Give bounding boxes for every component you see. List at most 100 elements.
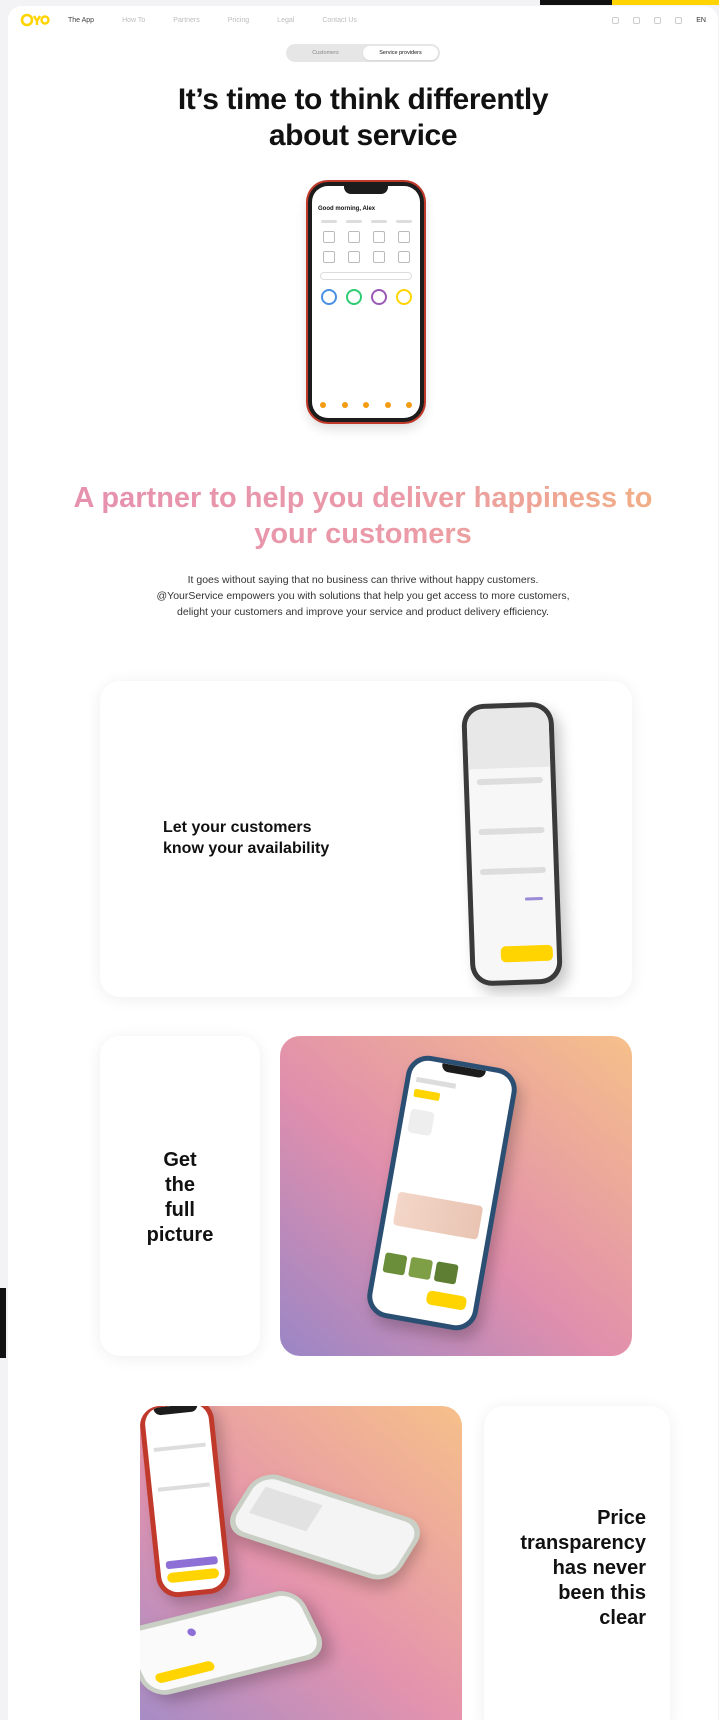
nav-right: EN	[612, 16, 706, 24]
red-phone-line	[153, 1442, 206, 1452]
picture-line3: full	[165, 1199, 195, 1221]
hero-phone-stats	[312, 216, 420, 227]
partner-heading-line2: your customers	[254, 518, 472, 550]
picture-line4: picture	[146, 1224, 214, 1246]
hero-title: It’s time to think differently about ser…	[8, 82, 718, 154]
red-phone-screen	[143, 1406, 227, 1594]
silver-phone-right	[221, 1468, 429, 1586]
hero-phone-icons-2	[312, 247, 420, 267]
price-text: Price transparency has never been this c…	[520, 1506, 646, 1631]
nav-link-contact[interactable]: Contact Us	[322, 17, 357, 24]
language-selector[interactable]: EN	[696, 17, 706, 24]
service-icon	[372, 251, 385, 263]
availability-phone-line	[479, 866, 547, 876]
red-phone-button	[166, 1567, 220, 1584]
availability-card: Let your customers know your availabilit…	[100, 681, 632, 997]
silver-phone-right-block	[249, 1486, 323, 1532]
availability-line2: know your availability	[163, 840, 330, 857]
search-icon[interactable]	[612, 16, 620, 24]
service-icon	[397, 251, 410, 263]
social-icon[interactable]	[633, 16, 641, 24]
stat-placeholder	[395, 220, 412, 223]
stat-placeholder	[320, 220, 337, 223]
intro-line2: @YourService empowers you with solutions…	[156, 590, 570, 602]
availability-line1: Let your customers	[163, 819, 312, 836]
red-phone-line	[157, 1482, 210, 1492]
tab-dot-icon	[406, 402, 412, 408]
tab-dot-icon	[341, 402, 348, 408]
hero-title-line2: about service	[268, 119, 458, 152]
blue-phone-title-line	[415, 1076, 457, 1089]
hero-phone-screen: Good morning, Alex	[312, 186, 420, 418]
service-icon	[347, 231, 360, 243]
picture-line1: Get	[163, 1149, 197, 1171]
availability-phone-line	[476, 776, 543, 786]
nav-link-how-to[interactable]: How To	[122, 17, 145, 24]
page: The App How To Partners Pricing Legal Co…	[8, 6, 718, 1720]
hero-phone-search	[320, 272, 412, 280]
stat-placeholder	[345, 220, 362, 223]
nav-links: The App How To Partners Pricing Legal Co…	[68, 17, 357, 24]
nav-link-partners[interactable]: Partners	[173, 17, 199, 24]
hero-phone-progress	[312, 285, 420, 309]
service-icon	[372, 231, 385, 243]
top-yellow-strip	[612, 0, 719, 5]
blue-phone-gallery-item	[408, 1256, 434, 1281]
silver-phone-right-screen	[228, 1474, 422, 1580]
silver-phone-bottom	[140, 1586, 330, 1700]
nav-link-legal[interactable]: Legal	[277, 17, 294, 24]
top-nav: The App How To Partners Pricing Legal Co…	[8, 6, 718, 34]
partner-heading-line1: A partner to help you deliver happiness …	[73, 482, 653, 514]
red-phone-bar	[165, 1555, 219, 1570]
blue-phone	[363, 1052, 521, 1334]
intro-line1: It goes without saying that no business …	[187, 574, 539, 586]
service-icon	[322, 251, 335, 263]
toggle-service-providers[interactable]: Service providers	[363, 46, 438, 60]
nav-link-the-app[interactable]: The App	[68, 17, 94, 24]
price-line4: been this	[558, 1582, 646, 1604]
availability-phone-toggle	[524, 896, 543, 901]
gradient-showcase-2	[140, 1406, 462, 1720]
service-icon	[322, 231, 335, 243]
left-edge-bar	[0, 1288, 6, 1358]
account-icon[interactable]	[675, 16, 683, 24]
progress-ring-icon	[320, 289, 337, 305]
blue-phone-photo	[392, 1191, 484, 1240]
share-icon[interactable]	[654, 16, 662, 24]
audience-toggle: Customers Service providers	[286, 44, 440, 62]
availability-phone-header	[466, 706, 551, 770]
hero-title-line1: It’s time to think differently	[177, 83, 549, 116]
availability-text: Let your customers know your availabilit…	[163, 817, 329, 859]
progress-ring-icon	[370, 289, 387, 305]
hero-phone-tabbar	[320, 402, 412, 408]
full-picture-card: Get the full picture	[100, 1036, 260, 1356]
toggle-customers[interactable]: Customers	[288, 46, 363, 60]
progress-ring-icon	[395, 289, 412, 305]
availability-phone-line	[478, 826, 545, 836]
brand-logo[interactable]	[20, 13, 50, 27]
tab-dot-icon	[363, 402, 369, 408]
gradient-showcase-1	[280, 1036, 632, 1356]
service-icon	[347, 251, 360, 263]
tab-dot-icon	[384, 402, 391, 408]
availability-phone	[461, 701, 563, 987]
price-card: Price transparency has never been this c…	[484, 1406, 670, 1720]
stat-placeholder	[370, 220, 387, 223]
silver-phone-bottom-button	[153, 1660, 217, 1684]
intro-paragraph: It goes without saying that no business …	[128, 572, 598, 620]
top-black-strip	[540, 0, 612, 5]
blue-phone-chip	[413, 1088, 441, 1102]
progress-ring-icon	[345, 289, 362, 305]
silver-phone-bottom-screen	[140, 1592, 323, 1694]
availability-phone-screen	[466, 706, 558, 982]
full-picture-text: Get the full picture	[100, 1148, 260, 1248]
nav-link-pricing[interactable]: Pricing	[228, 17, 249, 24]
tab-dot-icon	[320, 402, 326, 408]
phone-notch	[441, 1063, 486, 1079]
price-line1: Price	[597, 1507, 646, 1529]
logo-mark-icon	[20, 13, 50, 27]
price-line5: clear	[599, 1607, 646, 1629]
service-icon	[397, 231, 410, 243]
phone-notch	[344, 186, 388, 194]
blue-phone-thumb	[407, 1108, 435, 1137]
